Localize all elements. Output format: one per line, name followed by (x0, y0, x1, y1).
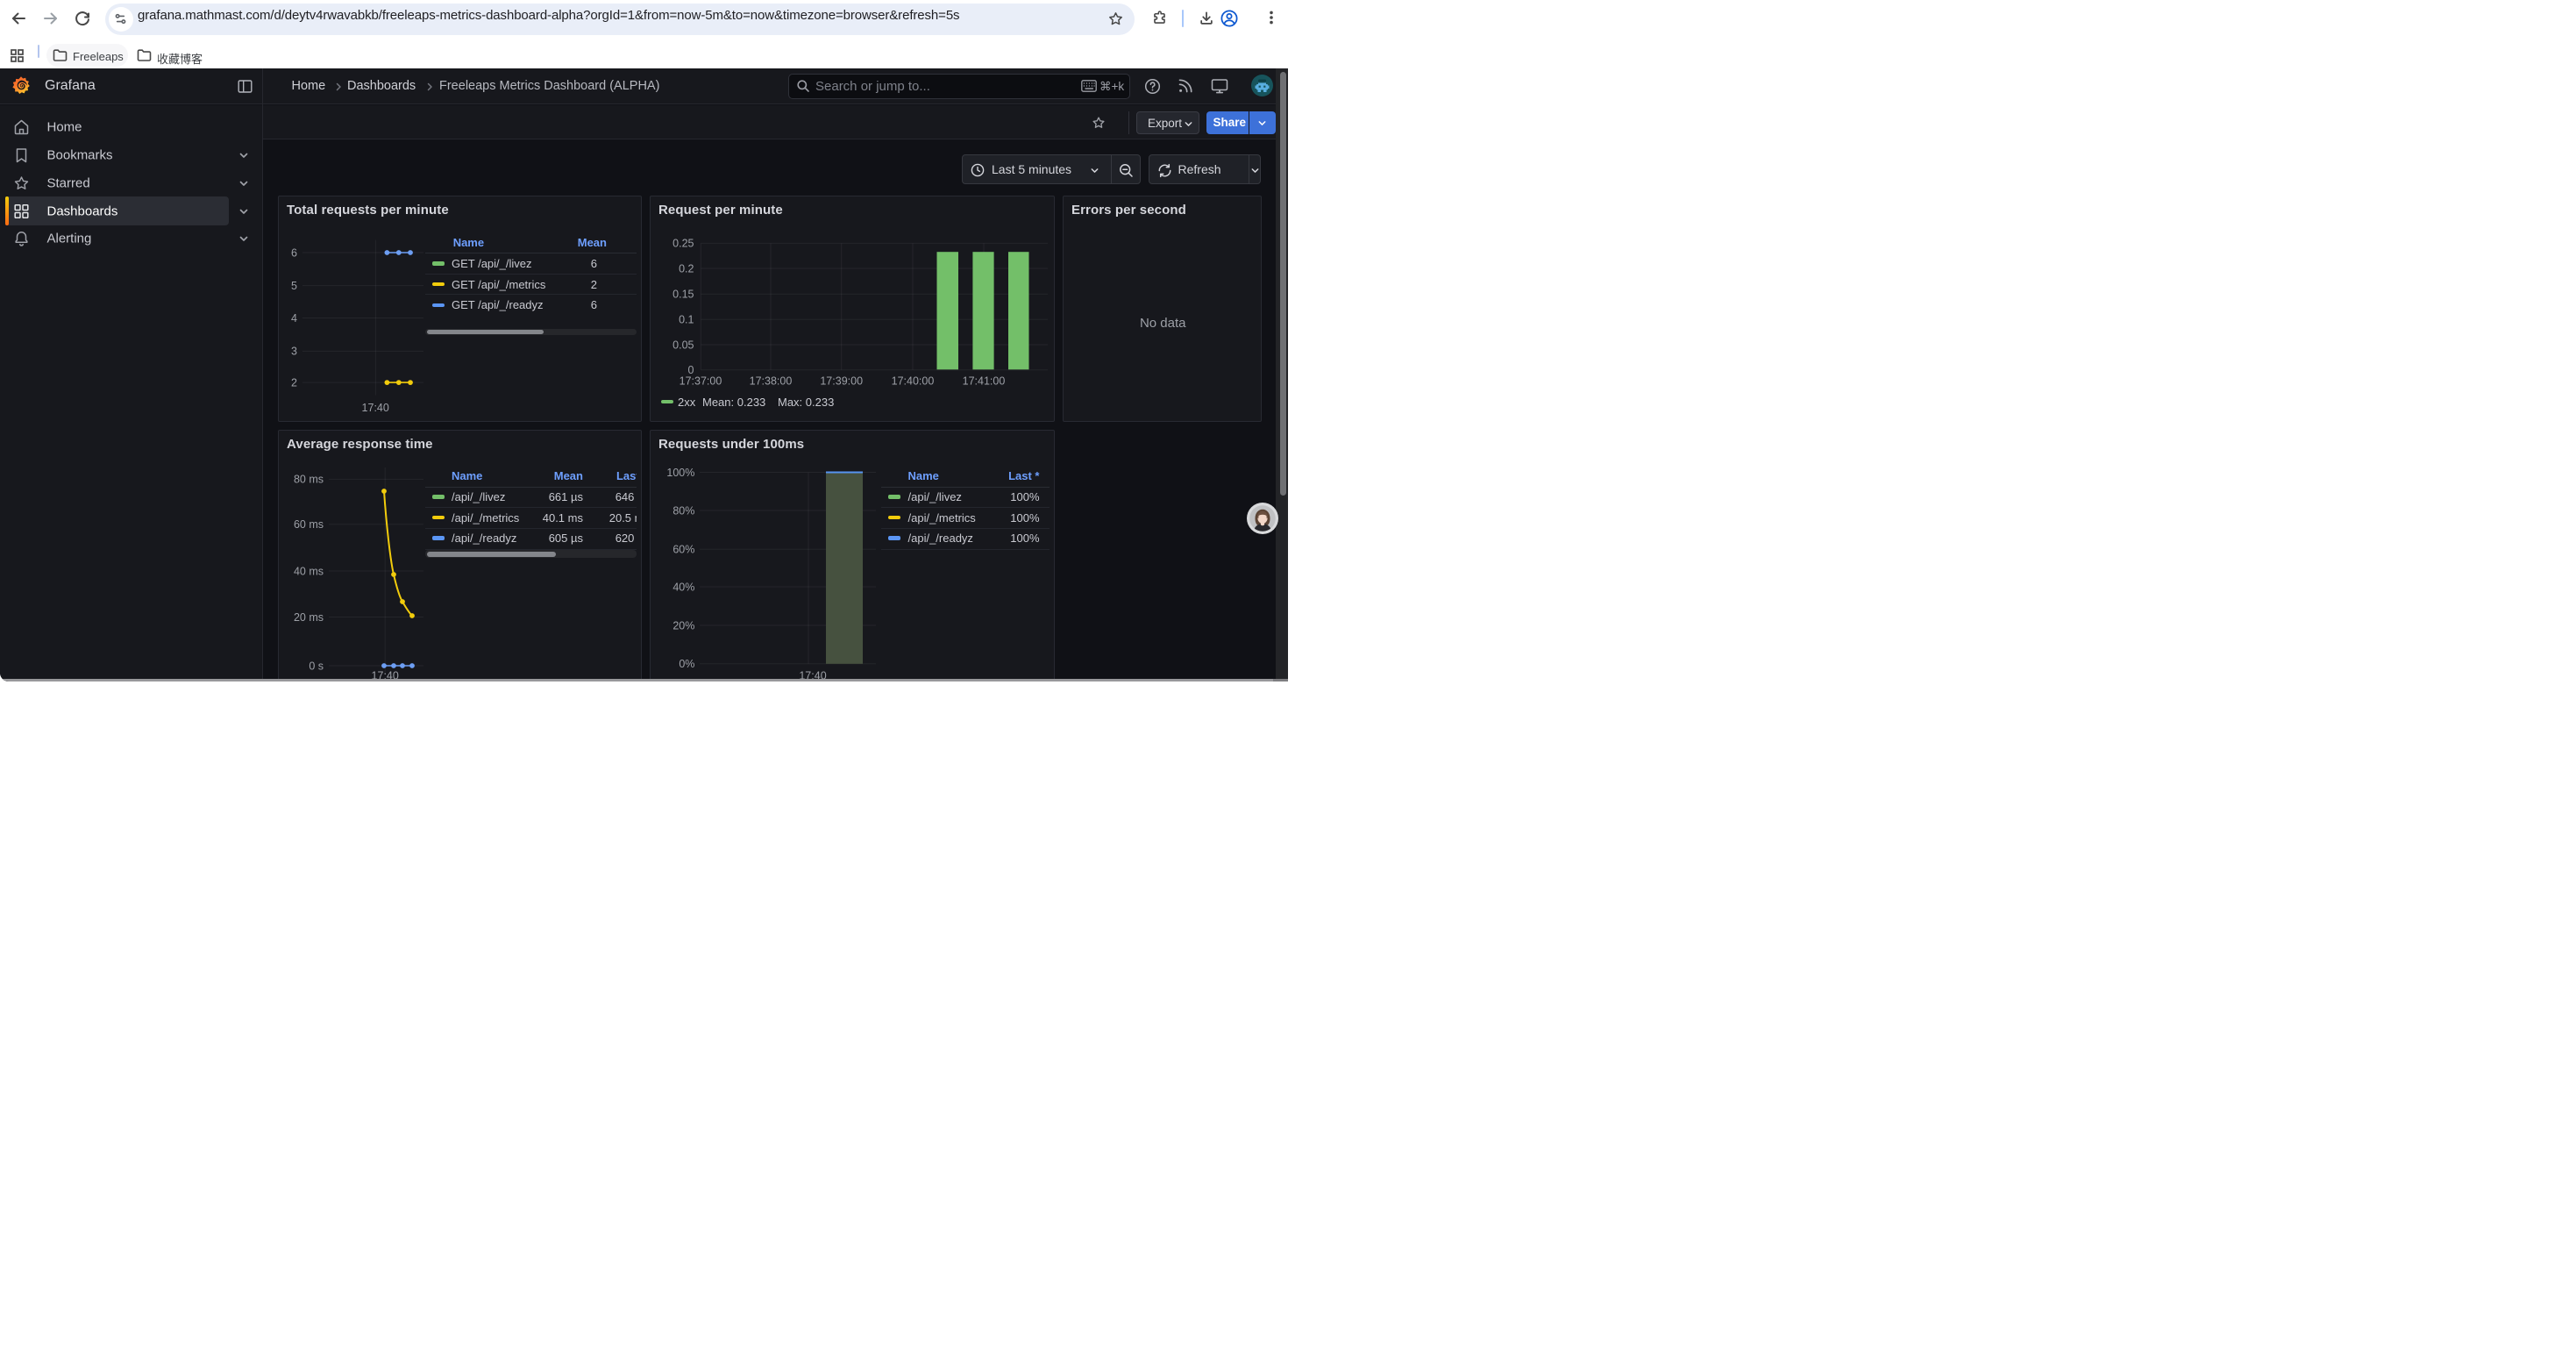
svg-text:80 ms: 80 ms (294, 474, 324, 486)
svg-text:0.2: 0.2 (679, 262, 694, 275)
svg-text:0%: 0% (679, 658, 694, 670)
svg-text:4: 4 (291, 312, 297, 325)
svg-text:17:41:00: 17:41:00 (963, 375, 1006, 387)
svg-text:20 ms: 20 ms (294, 611, 324, 624)
svg-text:6: 6 (291, 246, 297, 259)
svg-text:0 s: 0 s (309, 660, 324, 672)
svg-text:0.25: 0.25 (672, 238, 694, 250)
svg-text:40 ms: 40 ms (294, 565, 324, 577)
svg-text:60%: 60% (672, 544, 694, 556)
svg-text:17:40: 17:40 (362, 402, 389, 414)
svg-text:17:40:00: 17:40:00 (892, 375, 935, 387)
svg-text:60 ms: 60 ms (294, 518, 324, 531)
svg-text:0.1: 0.1 (679, 314, 694, 326)
svg-text:17:37:00: 17:37:00 (680, 375, 722, 387)
svg-text:2: 2 (291, 376, 297, 389)
svg-text:5: 5 (291, 280, 297, 292)
svg-text:100%: 100% (666, 467, 694, 479)
svg-text:80%: 80% (672, 504, 694, 517)
svg-text:0.05: 0.05 (672, 339, 694, 351)
svg-text:17:39:00: 17:39:00 (820, 375, 863, 387)
svg-text:17:38:00: 17:38:00 (750, 375, 793, 387)
svg-text:40%: 40% (672, 581, 694, 593)
svg-text:20%: 20% (672, 619, 694, 632)
svg-text:3: 3 (291, 346, 297, 358)
svg-text:0.15: 0.15 (672, 289, 694, 301)
